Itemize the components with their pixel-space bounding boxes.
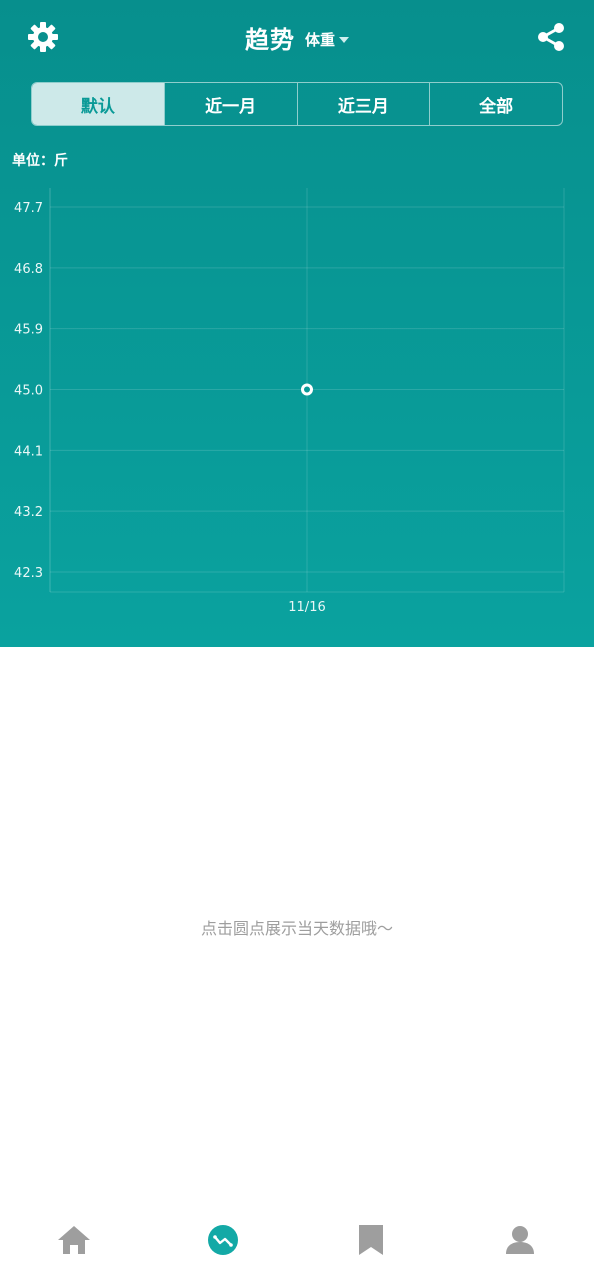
trend-icon bbox=[207, 1225, 238, 1255]
y-tick-label: 43.2 bbox=[14, 505, 43, 520]
trend-screen: 趋势 体重 默认 近一月 近三月 全部 单位：斤 47.7 46.8 45.9 … bbox=[0, 0, 594, 1280]
y-tick-label: 47.7 bbox=[14, 201, 43, 216]
bookmark-icon bbox=[359, 1225, 384, 1255]
nav-home[interactable] bbox=[34, 1210, 114, 1270]
share-icon bbox=[538, 23, 564, 51]
tab-default[interactable]: 默认 bbox=[32, 83, 164, 125]
nav-bookmark[interactable] bbox=[331, 1210, 411, 1270]
y-tick-label: 44.1 bbox=[14, 444, 43, 459]
metric-dropdown[interactable]: 体重 bbox=[305, 29, 349, 50]
nav-trend[interactable] bbox=[183, 1210, 263, 1270]
metric-label: 体重 bbox=[304, 31, 335, 49]
range-tabs: 默认 近一月 近三月 全部 bbox=[31, 82, 563, 126]
page-title: 趋势 bbox=[244, 26, 295, 54]
title-group: 趋势 体重 bbox=[0, 20, 594, 55]
y-tick-label: 45.0 bbox=[14, 384, 43, 399]
tab-all[interactable]: 全部 bbox=[429, 83, 562, 125]
y-tick-label: 42.3 bbox=[14, 566, 43, 581]
chart-panel: 趋势 体重 默认 近一月 近三月 全部 单位：斤 47.7 46.8 45.9 … bbox=[0, 0, 594, 647]
share-button[interactable] bbox=[532, 18, 570, 56]
tab-last-three-months[interactable]: 近三月 bbox=[296, 83, 430, 125]
x-tick-label: 11/16 bbox=[288, 600, 325, 615]
user-icon bbox=[505, 1226, 534, 1254]
nav-profile[interactable] bbox=[480, 1210, 560, 1270]
hint-text: 点击圆点展示当天数据哦～ bbox=[200, 919, 393, 938]
caret-down-icon bbox=[339, 36, 349, 43]
data-point[interactable] bbox=[301, 383, 313, 396]
chart-svg: 47.7 46.8 45.9 45.0 44.1 43.2 42.3 11/16 bbox=[14, 188, 565, 615]
y-tick-label: 45.9 bbox=[14, 323, 43, 338]
unit-label: 单位：斤 bbox=[12, 153, 68, 169]
tab-last-month[interactable]: 近一月 bbox=[163, 83, 297, 125]
top-bar: 趋势 体重 bbox=[0, 0, 594, 76]
weight-chart: 47.7 46.8 45.9 45.0 44.1 43.2 42.3 11/16 bbox=[0, 180, 594, 620]
bottom-nav bbox=[0, 1200, 594, 1280]
home-icon bbox=[58, 1226, 91, 1254]
y-tick-label: 46.8 bbox=[14, 262, 43, 277]
